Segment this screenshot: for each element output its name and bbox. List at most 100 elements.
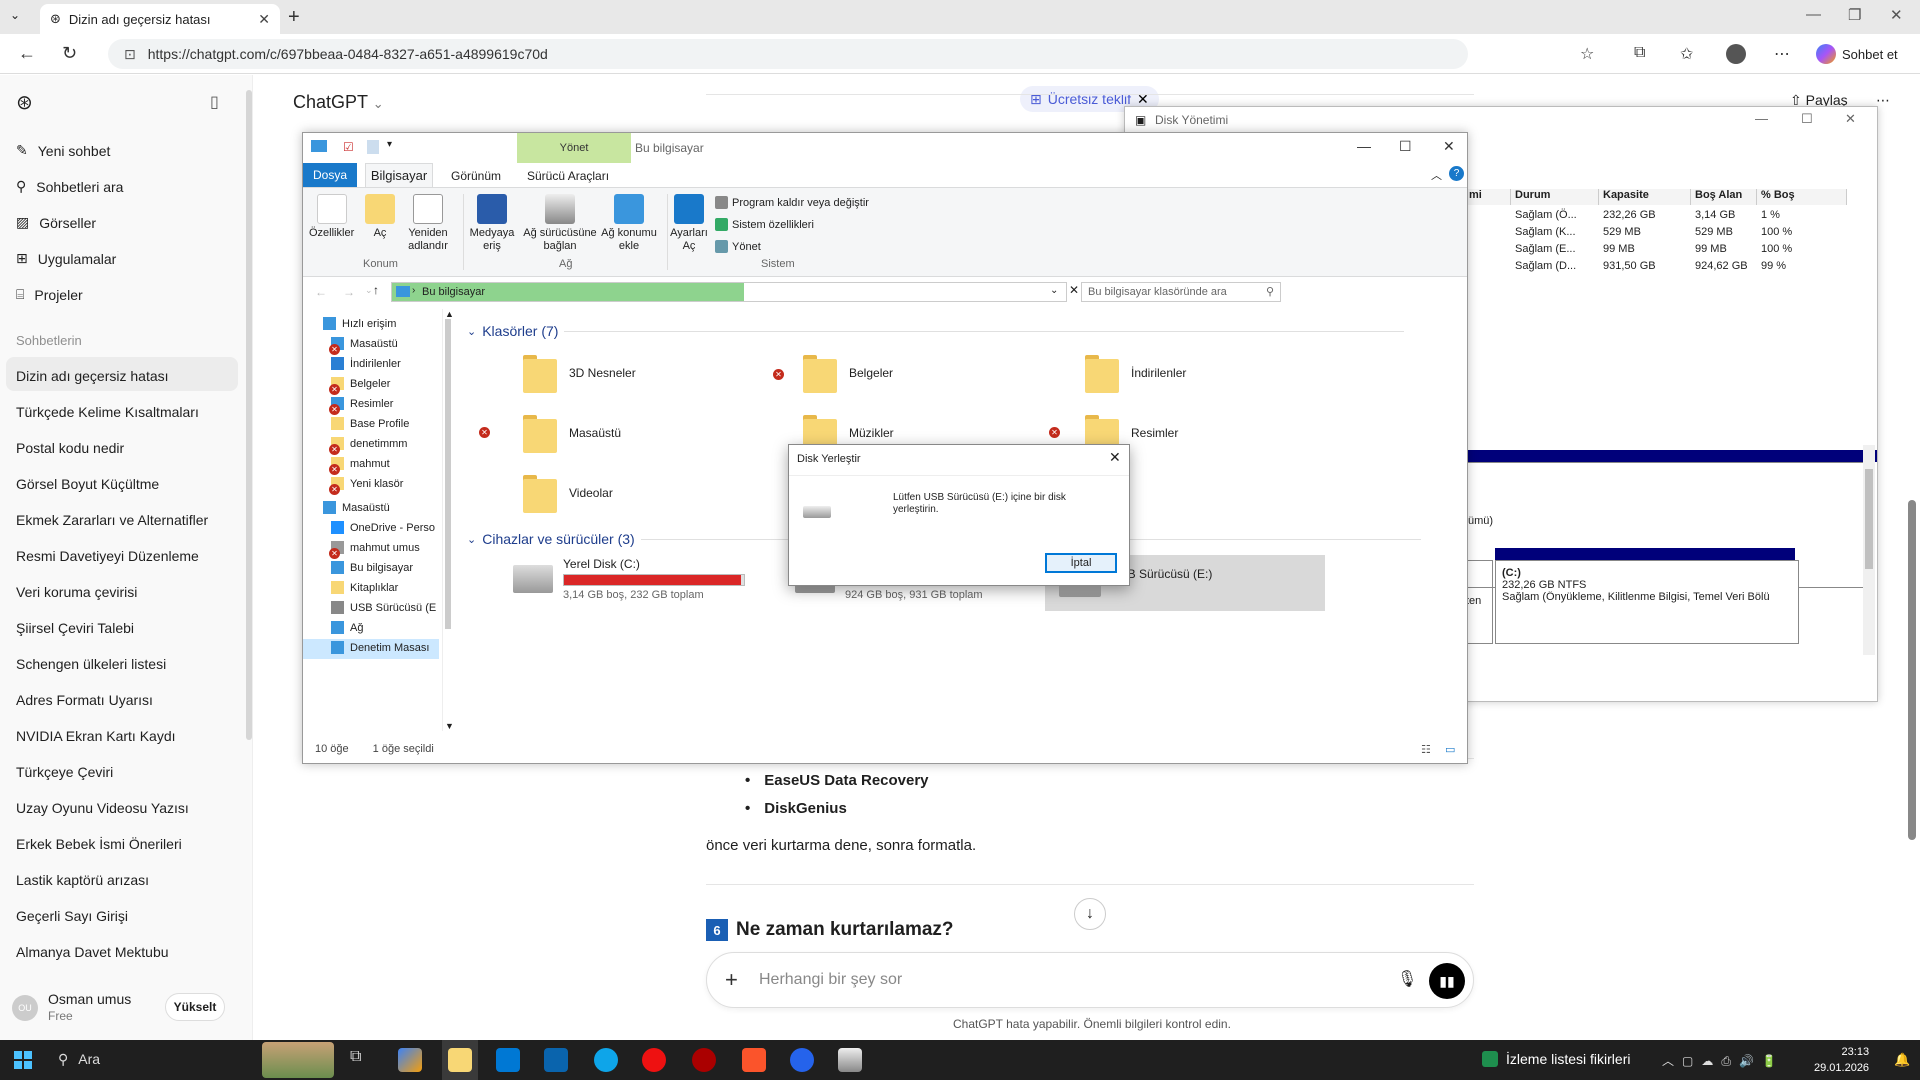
openai-logo-icon[interactable]: ⊛	[16, 90, 33, 115]
nav-scrollbar[interactable]	[445, 319, 451, 629]
close-window-icon[interactable]: ✕	[1890, 6, 1903, 24]
folders-group-header[interactable]: ⌄ Klasörler (7)	[467, 323, 1405, 339]
volume-c[interactable]: (C:) 232,26 GB NTFS Sağlam (Önyükleme, K…	[1495, 560, 1799, 644]
more-icon[interactable]: ⋯	[1876, 92, 1890, 109]
media-access-button[interactable]: Medyaya eriş	[467, 194, 517, 253]
context-tab-manage[interactable]: Yönet	[517, 133, 631, 163]
sidebar-action-0[interactable]: ✎ Yeni sohbet	[16, 142, 110, 159]
nav-item[interactable]: Masaüstü	[323, 501, 437, 514]
column-header[interactable]: % Boş	[1757, 189, 1847, 205]
nav-item[interactable]: mahmut umus	[331, 541, 445, 554]
nav-item[interactable]: Ağ	[331, 621, 445, 634]
profile-avatar[interactable]	[1726, 44, 1746, 64]
url-bar[interactable]: ⊡ https://chatgpt.com/c/697bbeaa-0484-83…	[108, 39, 1468, 69]
refresh-icon[interactable]: ↻	[62, 43, 77, 64]
help-icon[interactable]: ?	[1449, 166, 1464, 181]
chat-history-item[interactable]: Adres Formatı Uyarısı	[16, 692, 153, 708]
prompt-input[interactable]: Herhangi bir şey sor	[759, 971, 902, 989]
sidebar-action-4[interactable]: ⌸ Projeler	[16, 286, 83, 303]
windows-start-icon[interactable]	[14, 1051, 32, 1069]
folder-item[interactable]: Videolar	[523, 471, 613, 515]
scroll-up-icon[interactable]: ▲	[445, 309, 454, 319]
nav-item[interactable]: Hızlı erişim	[323, 317, 437, 330]
close-icon[interactable]: ✕	[1845, 111, 1856, 127]
system-tray-icons[interactable]: ︿▢☁⎙🔊🔋	[1662, 1052, 1785, 1069]
tab-computer[interactable]: Bilgisayar	[365, 163, 433, 187]
attach-plus-icon[interactable]: +	[725, 967, 738, 993]
map-drive-button[interactable]: Ağ sürücüsüne bağlan	[521, 194, 599, 253]
search-highlight-image[interactable]	[262, 1042, 334, 1078]
voice-mode-icon[interactable]: ▮▮	[1429, 963, 1465, 999]
chat-history-item[interactable]: Türkçeye Çeviri	[16, 764, 113, 780]
nav-item[interactable]: denetimmm	[331, 437, 445, 450]
nav-item[interactable]: İndirilenler	[331, 357, 445, 370]
nav-item[interactable]: Bu bilgisayar	[331, 561, 445, 574]
nav-item[interactable]: Yeni klasör	[331, 477, 445, 490]
favorite-star-icon[interactable]: ☆	[1580, 44, 1594, 64]
folder-item[interactable]: 3D Nesneler	[523, 351, 636, 395]
nav-item[interactable]: mahmut	[331, 457, 445, 470]
address-bar[interactable]: › Bu bilgisayar ⌄	[391, 282, 1067, 302]
column-header[interactable]: mi	[1465, 189, 1511, 205]
new-tab-icon[interactable]: +	[288, 6, 300, 29]
minimize-icon[interactable]: —	[1755, 111, 1768, 126]
nav-item[interactable]: OneDrive - Perso	[331, 521, 445, 534]
search-input[interactable]: Bu bilgisayar klasöründe ara ⚲	[1081, 282, 1281, 302]
taskbar-search[interactable]: ⚲ Ara	[58, 1051, 100, 1068]
chat-history-item[interactable]: Türkçede Kelime Kısaltmaları	[16, 404, 199, 420]
model-selector[interactable]: ChatGPT ⌄	[293, 92, 384, 113]
column-header[interactable]: Durum	[1511, 189, 1599, 205]
extensions-icon[interactable]: ⧉	[1634, 44, 1645, 62]
nav-item[interactable]: USB Sürücüsü (E	[331, 601, 445, 614]
chat-history-item[interactable]: Dizin adı geçersiz hatası	[16, 368, 169, 384]
nav-item[interactable]: Masaüstü	[331, 337, 445, 350]
folder-item[interactable]: Masaüstü	[523, 411, 621, 455]
maximize-icon[interactable]: ☐	[1399, 138, 1412, 155]
clock[interactable]: 23:13 29.01.2026	[1814, 1044, 1869, 1076]
site-info-icon[interactable]: ⊡	[124, 46, 136, 63]
upgrade-button[interactable]: Yükselt	[165, 993, 225, 1021]
cancel-button[interactable]: İptal	[1045, 553, 1117, 573]
insert-disk-dialog[interactable]: Disk Yerleştir ✕ Lütfen USB Sürücüsü (E:…	[788, 444, 1130, 586]
chat-history-item[interactable]: Erkek Bebek İsmi Önerileri	[16, 836, 182, 852]
sidebar-scrollbar[interactable]	[246, 90, 252, 740]
drive-app-icon[interactable]	[838, 1048, 862, 1072]
page-scrollbar[interactable]	[1908, 500, 1916, 840]
chat-history-item[interactable]: Lastik kaptörü arızası	[16, 872, 149, 888]
edge-app-icon[interactable]	[594, 1048, 618, 1072]
drive-item[interactable]: Yerel Disk (C:) 3,14 GB boş, 232 GB topla…	[513, 557, 745, 601]
tab-file[interactable]: Dosya	[303, 163, 357, 187]
manage-button[interactable]: Yönet	[715, 240, 761, 253]
chat-history-item[interactable]: NVIDIA Ekran Kartı Kaydı	[16, 728, 176, 744]
maximize-icon[interactable]: ☐	[1801, 111, 1813, 127]
nav-item[interactable]: Resimler	[331, 397, 445, 410]
nav-item[interactable]: Base Profile	[331, 417, 445, 430]
chat-history-item[interactable]: Almanya Davet Mektubu	[16, 944, 169, 960]
chat-history-item[interactable]: Ekmek Zararları ve Alternatifler	[16, 512, 208, 528]
close-icon[interactable]: ✕	[1443, 138, 1455, 155]
copilot-chat-button[interactable]: Sohbet et	[1816, 42, 1898, 66]
details-view-icon[interactable]: ☷	[1421, 743, 1431, 756]
collapse-ribbon-icon[interactable]: ︿	[1431, 167, 1442, 183]
nav-item[interactable]: Kitaplıklar	[331, 581, 445, 594]
restore-icon[interactable]: ❐	[1848, 6, 1861, 24]
sidebar-action-2[interactable]: ▨ Görseller	[16, 214, 96, 231]
sidebar-action-1[interactable]: ⚲ Sohbetleri ara	[16, 178, 123, 195]
qat-dropdown-icon[interactable]: ▾	[387, 139, 392, 150]
brave-app-icon[interactable]	[742, 1048, 766, 1072]
game-app-icon[interactable]	[692, 1048, 716, 1072]
browser-tab[interactable]: ⊛ Dizin adı geçersiz hatası ✕	[40, 4, 280, 34]
store-app-icon[interactable]	[496, 1048, 520, 1072]
up-icon[interactable]: ↑	[373, 283, 379, 297]
recent-dropdown-icon[interactable]: ⌄	[365, 285, 373, 296]
chat-history-item[interactable]: Uzay Oyunu Videosu Yazısı	[16, 800, 189, 816]
microphone-icon[interactable]: 🎙	[1397, 969, 1417, 989]
browser-app-icon[interactable]	[790, 1048, 814, 1072]
sidebar-action-3[interactable]: ⊞ Uygulamalar	[16, 250, 116, 267]
nav-item[interactable]: Belgeler	[331, 377, 445, 390]
outlook-app-icon[interactable]	[544, 1048, 568, 1072]
back-icon[interactable]: ←	[315, 285, 327, 299]
close-sidebar-icon[interactable]: ▯	[210, 92, 219, 112]
task-view-icon[interactable]: ⧉	[350, 1048, 374, 1072]
minimize-icon[interactable]: —	[1806, 6, 1821, 23]
